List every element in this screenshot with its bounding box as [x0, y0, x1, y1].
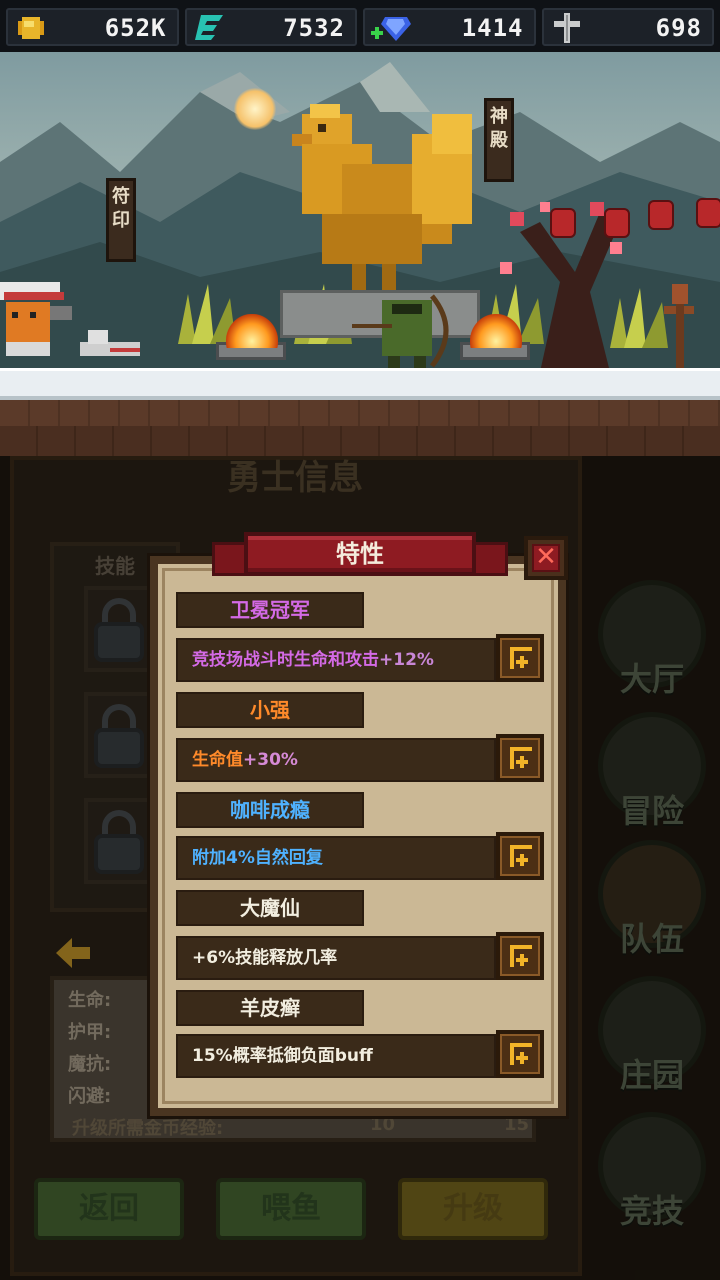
cross-counter[interactable]: 698: [541, 8, 714, 46]
fallen-enemy: [80, 330, 140, 356]
trait-upgrade-button[interactable]: [496, 634, 544, 682]
energy-counter[interactable]: 7532: [184, 8, 357, 46]
trait-upgrade-button[interactable]: [496, 1030, 544, 1078]
moon-icon: [234, 88, 276, 130]
signpost-left[interactable]: 符印: [106, 178, 136, 262]
energy-value: 7532: [283, 14, 345, 42]
lantern-icon: [550, 208, 576, 238]
trait-bonus: +12%: [379, 650, 434, 670]
signpost-left-label: 符印: [112, 186, 130, 231]
trait-upgrade-button[interactable]: [496, 734, 544, 782]
trait-bonus: +30%: [243, 750, 298, 770]
lantern-icon: [696, 198, 720, 228]
golden-rooster-statue[interactable]: [282, 104, 482, 314]
modal-title: 特性: [244, 532, 476, 576]
lantern-icon: [648, 200, 674, 230]
energy-e-icon: [193, 13, 227, 41]
trait-desc-text: 生命值: [192, 750, 243, 770]
ribbon-tail-left: [212, 542, 248, 576]
trait-name: 大魔仙: [176, 890, 364, 926]
trait-desc: 竞技场战斗时生命和攻击+12%: [176, 638, 496, 682]
gold-counter[interactable]: 652K: [6, 8, 179, 46]
gold-nugget-icon: [14, 13, 48, 41]
lantern-icon: [604, 208, 630, 238]
trait-desc-text: +6%技能释放几率: [192, 948, 338, 968]
trait-desc: +6%技能释放几率: [176, 936, 496, 980]
ribbon-tail-right: [472, 542, 508, 576]
plus-bar-v: [520, 954, 524, 966]
scarecrow-dummy: [664, 284, 694, 368]
trait-desc-text: 附加4%自然回复: [192, 848, 323, 868]
trait-desc: 附加4%自然回复: [176, 836, 496, 880]
archer-character[interactable]: [352, 290, 462, 374]
fire-icon: [226, 314, 278, 348]
plus-bar-v: [520, 656, 524, 668]
trait-upgrade-button[interactable]: [496, 832, 544, 880]
trait-name: 卫冕冠军: [176, 592, 364, 628]
snow-ground: [0, 368, 720, 400]
signpost-right[interactable]: 神殿: [484, 98, 514, 182]
signpost-right-label: 神殿: [490, 106, 508, 151]
plus-bar-v: [520, 756, 524, 768]
resource-bar: 652K 7532 1414 698: [0, 0, 720, 52]
trait-name: 小强: [176, 692, 364, 728]
diamond-counter[interactable]: 1414: [363, 8, 536, 46]
dirt-layer: [0, 426, 720, 456]
close-icon: ✕: [532, 544, 560, 572]
trait-name: 羊皮癣: [176, 990, 364, 1026]
diamond-plus-icon: [371, 13, 411, 41]
trait-desc: 生命值+30%: [176, 738, 496, 782]
cross-value: 698: [655, 14, 702, 42]
hero-character[interactable]: [0, 272, 80, 362]
plus-bar-v: [520, 1052, 524, 1064]
cross-sword-icon: [550, 13, 584, 43]
plus-bar-v: [520, 854, 524, 866]
trait-desc-text: 竞技场战斗时生命和攻击: [192, 650, 379, 670]
trait-desc: 15%概率抵御负面buff: [176, 1034, 496, 1078]
close-button[interactable]: ✕: [524, 536, 568, 580]
trait-name: 咖啡成瘾: [176, 792, 364, 828]
trait-desc-text: 15%概率抵御负面buff: [192, 1046, 373, 1066]
diamond-value: 1414: [461, 14, 524, 42]
gold-value: 652K: [104, 14, 167, 42]
trait-upgrade-button[interactable]: [496, 932, 544, 980]
game-scene: 符印 神殿: [0, 52, 720, 456]
